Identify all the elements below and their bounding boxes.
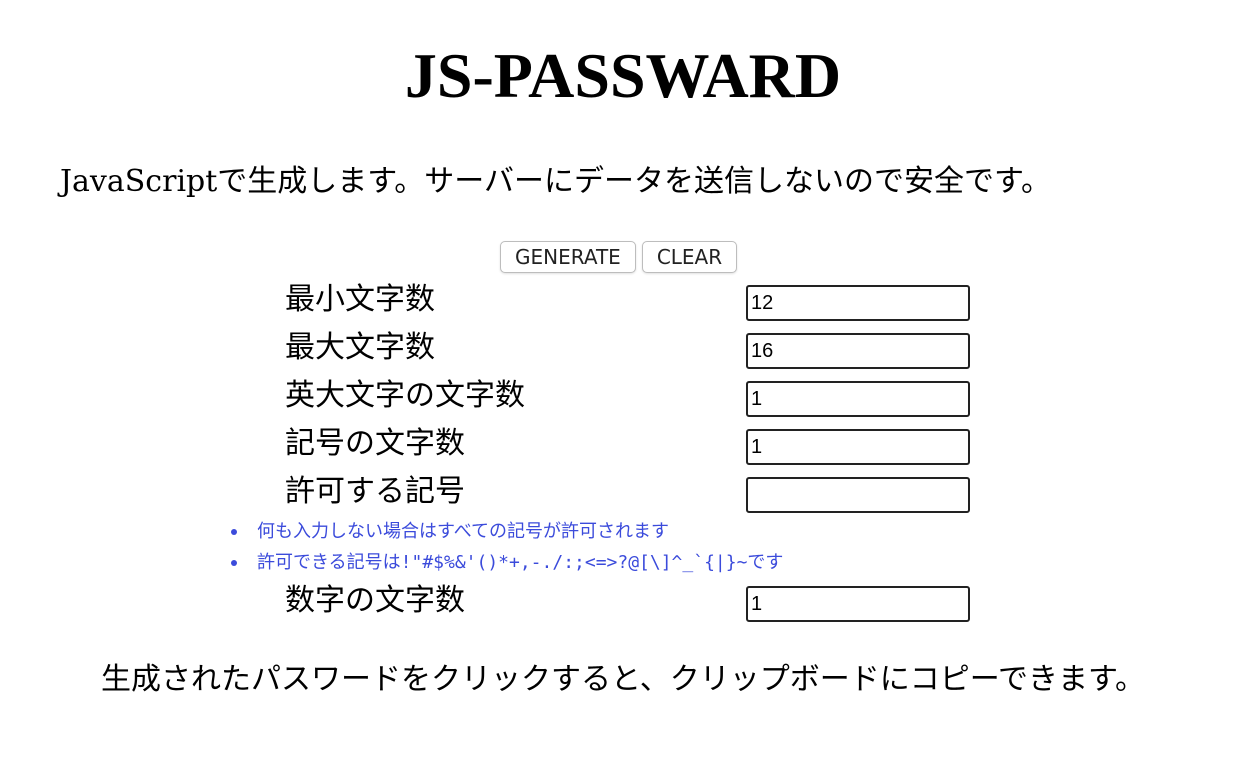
- bullet-icon: [231, 560, 237, 566]
- symbol-count-label: 記号の文字数: [285, 426, 465, 461]
- uppercase-count-input[interactable]: [746, 381, 970, 417]
- form-row-max-length: 最大文字数: [285, 331, 985, 371]
- max-length-label: 最大文字数: [285, 330, 435, 365]
- form-row-min-length: 最小文字数: [285, 283, 985, 323]
- footer-text: 生成されたパスワードをクリックすると、クリップボードにコピーできます。: [101, 662, 1145, 697]
- note-text: 許可できる記号は!"#$%&'()*+,-./:;<=>?@[\]^_`{|}~…: [257, 552, 784, 573]
- digit-count-label: 数字の文字数: [285, 583, 465, 618]
- max-length-input[interactable]: [746, 333, 970, 369]
- intro-text: JavaScriptで生成します。サーバーにデータを送信しないので安全です。: [60, 164, 1051, 199]
- note-text: 何も入力しない場合はすべての記号が許可されます: [257, 521, 670, 542]
- allowed-symbols-input[interactable]: [746, 477, 970, 513]
- generate-button[interactable]: GENERATE: [500, 241, 636, 273]
- min-length-label: 最小文字数: [285, 282, 435, 317]
- page-title: JS-PASSWARD: [404, 40, 842, 111]
- min-length-input[interactable]: [746, 285, 970, 321]
- form-row-allowed-symbols: 許可する記号: [285, 475, 985, 515]
- allowed-symbols-label: 許可する記号: [285, 474, 465, 509]
- list-item: 何も入力しない場合はすべての記号が許可されます: [225, 516, 783, 547]
- bullet-icon: [231, 529, 237, 535]
- form-row-digit-count: 数字の文字数: [285, 584, 985, 624]
- uppercase-count-label: 英大文字の文字数: [285, 378, 525, 413]
- symbol-count-input[interactable]: [746, 429, 970, 465]
- symbol-notes: 何も入力しない場合はすべての記号が許可されます 許可できる記号は!"#$%&'(…: [225, 516, 783, 578]
- list-item: 許可できる記号は!"#$%&'()*+,-./:;<=>?@[\]^_`{|}~…: [225, 547, 783, 578]
- clear-button[interactable]: CLEAR: [641, 241, 738, 273]
- digit-count-input[interactable]: [746, 586, 970, 622]
- form-row-uppercase-count: 英大文字の文字数: [285, 379, 985, 419]
- action-buttons: GENERATE CLEAR: [500, 241, 738, 273]
- form-row-symbol-count: 記号の文字数: [285, 427, 985, 467]
